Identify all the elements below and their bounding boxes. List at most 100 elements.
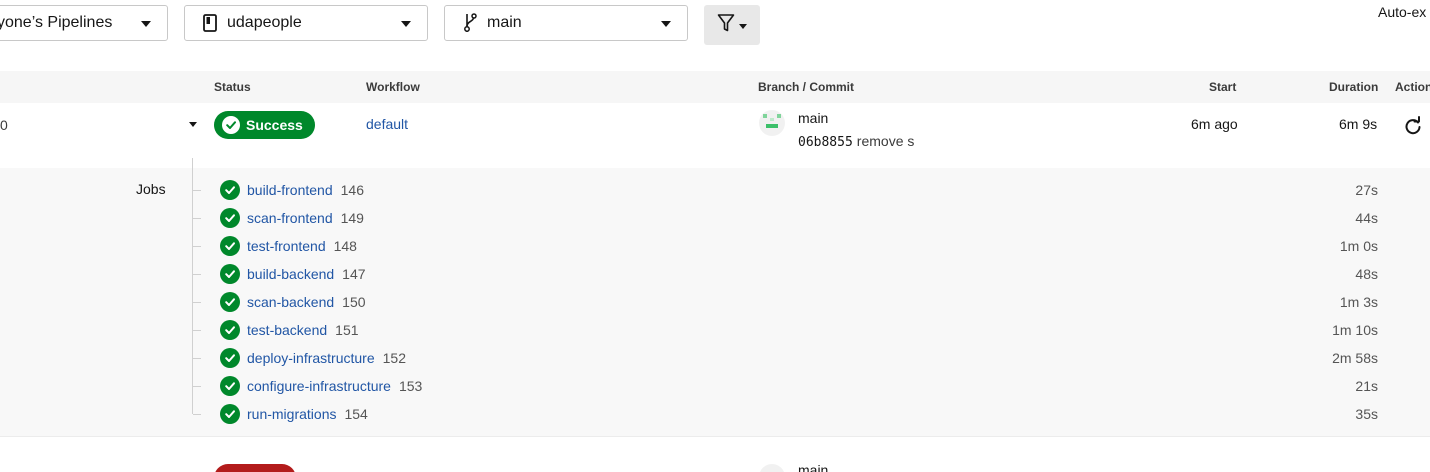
status-badge[interactable]: Success bbox=[214, 111, 315, 139]
check-circle-icon bbox=[220, 208, 240, 228]
job-row: test-frontend 148 1m 0s bbox=[193, 234, 1430, 262]
header-start: Start bbox=[1209, 80, 1237, 94]
job-number: 146 bbox=[340, 182, 364, 198]
tree-branch-line bbox=[193, 246, 201, 247]
check-circle-icon bbox=[220, 292, 240, 312]
avatar bbox=[759, 110, 785, 136]
status-badge-failed[interactable] bbox=[214, 464, 296, 472]
job-number: 149 bbox=[340, 210, 364, 226]
check-circle-icon bbox=[220, 264, 240, 284]
job-name: build-backend bbox=[247, 266, 335, 282]
job-number: 154 bbox=[344, 406, 368, 422]
jobs-label: Jobs bbox=[136, 181, 166, 197]
job-link[interactable]: run-migrations 154 bbox=[247, 406, 368, 422]
job-duration: 1m 0s bbox=[1339, 238, 1378, 254]
job-row: build-backend 147 48s bbox=[193, 262, 1430, 290]
job-link[interactable]: test-frontend 148 bbox=[247, 238, 357, 254]
project-dropdown[interactable]: udapeople bbox=[184, 5, 428, 41]
pipelines-dropdown-label: yone’s Pipelines bbox=[0, 14, 113, 31]
job-row: build-frontend 146 27s bbox=[193, 178, 1430, 206]
job-name: test-backend bbox=[247, 322, 328, 338]
header-workflow: Workflow bbox=[366, 80, 420, 94]
job-link[interactable]: scan-frontend 149 bbox=[247, 210, 364, 226]
job-name: scan-backend bbox=[247, 294, 335, 310]
bookmark-icon bbox=[201, 13, 219, 33]
header-status: Status bbox=[214, 80, 251, 94]
job-duration: 48s bbox=[1355, 266, 1378, 282]
job-duration: 1m 10s bbox=[1332, 322, 1378, 338]
job-row: scan-backend 150 1m 3s bbox=[193, 290, 1430, 318]
workflow-link[interactable]: default bbox=[366, 116, 408, 132]
avatar bbox=[759, 464, 785, 472]
job-row: deploy-infrastructure 152 2m 58s bbox=[193, 346, 1430, 374]
tree-branch-line bbox=[193, 330, 201, 331]
job-number: 152 bbox=[382, 350, 406, 366]
pipeline-start: 6m ago bbox=[1191, 116, 1238, 132]
job-name: run-migrations bbox=[247, 406, 337, 422]
chevron-down-icon bbox=[739, 23, 747, 29]
expand-caret-icon[interactable] bbox=[189, 122, 197, 127]
job-name: build-frontend bbox=[247, 182, 333, 198]
job-name: deploy-infrastructure bbox=[247, 350, 375, 366]
pipeline-duration: 6m 9s bbox=[1339, 116, 1378, 132]
auto-expand-toggle-label[interactable]: Auto-ex bbox=[1378, 4, 1426, 20]
job-number: 147 bbox=[342, 266, 366, 282]
check-circle-icon bbox=[220, 376, 240, 396]
pipelines-dropdown[interactable]: yone’s Pipelines bbox=[0, 5, 168, 41]
job-duration: 21s bbox=[1355, 378, 1378, 394]
job-name: scan-frontend bbox=[247, 210, 333, 226]
commit-message: remove s bbox=[856, 133, 915, 149]
pipeline-row: 0 bbox=[0, 103, 1430, 168]
job-duration: 1m 3s bbox=[1339, 294, 1378, 310]
job-link[interactable]: configure-infrastructure 153 bbox=[247, 378, 422, 394]
job-number: 153 bbox=[398, 378, 423, 394]
job-name: configure-infrastructure bbox=[247, 378, 391, 394]
commit-sha: 06b8855 bbox=[798, 135, 853, 150]
job-name: test-frontend bbox=[247, 238, 326, 254]
job-duration: 27s bbox=[1355, 182, 1378, 198]
job-duration: 35s bbox=[1355, 406, 1378, 422]
job-link[interactable]: build-backend 147 bbox=[247, 266, 366, 282]
check-circle-icon bbox=[220, 236, 240, 256]
branch-dropdown-label: main bbox=[487, 14, 522, 31]
job-link[interactable]: build-frontend 146 bbox=[247, 182, 364, 198]
table-header: Status Workflow Branch / Commit Start Du… bbox=[0, 71, 1430, 103]
branch-name[interactable]: main bbox=[798, 462, 828, 472]
job-row: run-migrations 154 35s bbox=[193, 402, 1430, 430]
check-circle-icon bbox=[220, 180, 240, 200]
pipeline-number: 0 bbox=[0, 117, 8, 133]
branch-name[interactable]: main bbox=[798, 110, 828, 126]
job-number: 151 bbox=[335, 322, 359, 338]
job-link[interactable]: deploy-infrastructure 152 bbox=[247, 350, 406, 366]
branch-dropdown[interactable]: main bbox=[444, 5, 688, 41]
job-link[interactable]: scan-backend 150 bbox=[247, 294, 366, 310]
rerun-icon[interactable] bbox=[1403, 116, 1423, 136]
header-branch-commit: Branch / Commit bbox=[758, 80, 855, 94]
tree-branch-line bbox=[193, 190, 201, 191]
filter-icon bbox=[717, 13, 735, 38]
pipeline-row-next: main bbox=[0, 452, 1430, 472]
job-number: 148 bbox=[333, 238, 357, 254]
tree-branch-line bbox=[193, 218, 201, 219]
check-circle-icon bbox=[220, 348, 240, 368]
header-duration: Duration bbox=[1329, 80, 1379, 94]
check-circle-icon bbox=[222, 116, 240, 134]
check-circle-icon bbox=[220, 404, 240, 424]
chevron-down-icon bbox=[141, 21, 151, 27]
tree-branch-line bbox=[193, 358, 201, 359]
job-row: configure-infrastructure 153 21s bbox=[193, 374, 1430, 402]
status-badge-label: Success bbox=[246, 117, 303, 133]
job-duration: 44s bbox=[1355, 210, 1378, 226]
commit-info[interactable]: 06b8855 remove s bbox=[798, 133, 914, 150]
tree-branch-line bbox=[193, 386, 201, 387]
git-branch-icon bbox=[461, 13, 479, 33]
tree-branch-line bbox=[193, 414, 201, 415]
job-number: 150 bbox=[342, 294, 366, 310]
job-link[interactable]: test-backend 151 bbox=[247, 322, 359, 338]
filter-button[interactable] bbox=[704, 5, 760, 45]
chevron-down-icon bbox=[401, 21, 411, 27]
job-row: scan-frontend 149 44s bbox=[193, 206, 1430, 234]
job-duration: 2m 58s bbox=[1332, 350, 1378, 366]
job-row: test-backend 151 1m 10s bbox=[193, 318, 1430, 346]
check-circle-icon bbox=[220, 320, 240, 340]
